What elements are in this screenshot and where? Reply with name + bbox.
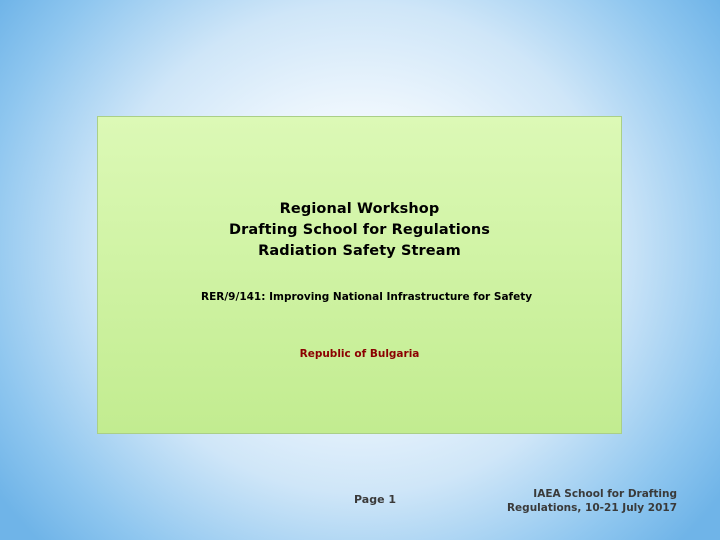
footer-event-info: IAEA School for Drafting Regulations, 10… bbox=[507, 487, 677, 515]
slide-title: Regional Workshop Drafting School for Re… bbox=[98, 199, 621, 262]
title-line-3: Radiation Safety Stream bbox=[258, 243, 461, 259]
page-number: Page 1 bbox=[354, 493, 397, 506]
footer-event-line-1: IAEA School for Drafting bbox=[533, 488, 677, 500]
country-text: Republic of Bulgaria bbox=[299, 348, 420, 360]
title-box: Regional Workshop Drafting School for Re… bbox=[97, 116, 622, 434]
slide: Regional Workshop Drafting School for Re… bbox=[0, 0, 720, 540]
footer-event-line-2: Regulations, 10-21 July 2017 bbox=[506, 502, 677, 514]
project-code-text: RER/9/141: Improving National Infrastruc… bbox=[201, 291, 533, 303]
title-line-2: Drafting School for Regulations bbox=[228, 222, 491, 238]
title-line-1: Regional Workshop bbox=[279, 201, 440, 217]
